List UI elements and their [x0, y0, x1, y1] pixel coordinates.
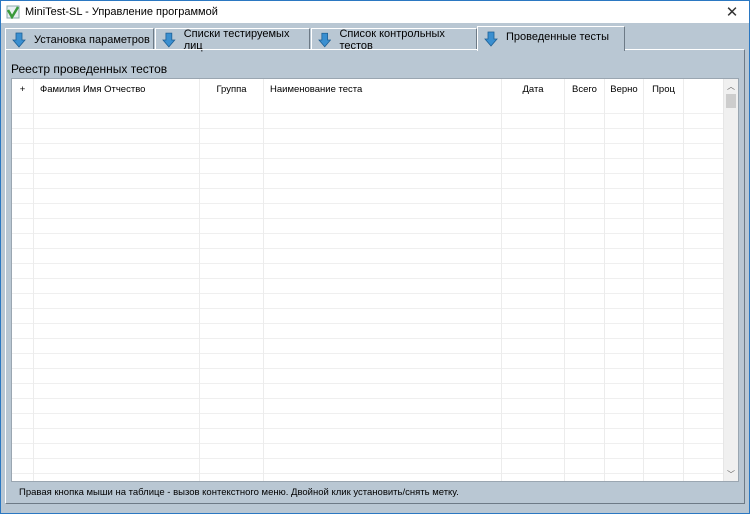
tab-strip: Установка параметров Списки тестируемых … — [5, 26, 745, 52]
arrow-down-icon — [484, 31, 498, 47]
status-hint: Правая кнопка мыши на таблице - вызов ко… — [19, 487, 459, 498]
tab-label: Списки тестируемых лиц — [183, 27, 290, 52]
tab-settings[interactable]: Установка параметров — [5, 28, 154, 50]
column-dividers — [12, 79, 724, 481]
app-window: MiniTest-SL - Управление программой ✕ Ус… — [0, 0, 750, 514]
window-title: MiniTest-SL - Управление программой — [25, 6, 218, 18]
title-bar: MiniTest-SL - Управление программой ✕ — [1, 1, 749, 23]
tab-label: Проведенные тесты — [506, 31, 609, 43]
arrow-down-icon — [12, 32, 26, 48]
close-button[interactable]: ✕ — [715, 1, 749, 23]
tests-table[interactable]: + Фамилия Имя Отчество Группа Наименован… — [11, 78, 739, 482]
tab-label: Список контрольных тестов — [339, 27, 445, 52]
arrow-down-icon — [162, 32, 176, 47]
tab-tested-persons[interactable]: Списки тестируемых лиц — [155, 27, 310, 52]
tab-label: Установка параметров — [34, 33, 150, 46]
vertical-scrollbar[interactable]: ︿ ﹀ — [723, 79, 738, 481]
app-logo-icon — [6, 5, 20, 19]
arrow-down-icon — [318, 32, 332, 47]
scroll-thumb[interactable] — [726, 94, 736, 108]
tab-control-tests[interactable]: Список контрольных тестов — [311, 27, 477, 52]
scroll-down-icon[interactable]: ﹀ — [724, 467, 738, 481]
panel-caption: Реестр проведенных тестов — [11, 62, 168, 76]
scroll-up-icon[interactable]: ︿ — [724, 79, 738, 93]
tab-completed-tests[interactable]: Проведенные тесты — [477, 26, 625, 51]
